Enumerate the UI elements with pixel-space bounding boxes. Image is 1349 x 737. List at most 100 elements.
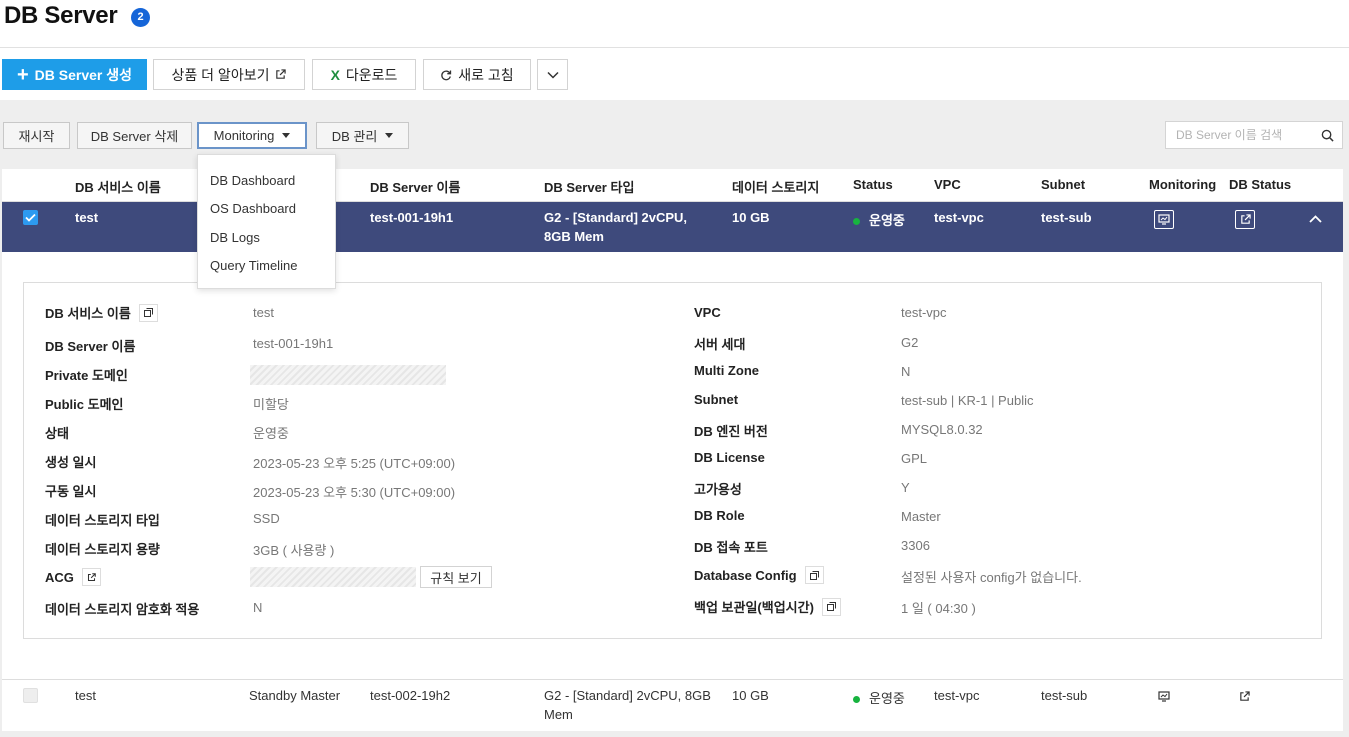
learn-more-button[interactable]: 상품 더 알아보기: [153, 59, 305, 90]
delete-db-server-button[interactable]: DB Server 삭제: [77, 122, 192, 149]
detail-value: 3306: [901, 538, 930, 553]
menu-item-db-dashboard[interactable]: DB Dashboard: [210, 173, 295, 188]
excel-icon: X: [330, 66, 340, 83]
detail-value: test-001-19h1: [253, 336, 334, 351]
row-checkbox[interactable]: [23, 688, 38, 703]
page-header: DB Server 2: [0, 0, 1349, 48]
menu-item-os-dashboard[interactable]: OS Dashboard: [210, 201, 296, 216]
plus-icon: +: [16, 63, 29, 86]
detail-value: 1 일 ( 04:30 ): [901, 601, 976, 616]
detail-value: SSD: [253, 511, 280, 526]
column-header: VPC: [934, 177, 961, 192]
service-name-cell: test: [75, 688, 96, 703]
caret-down-icon: [385, 133, 394, 138]
detail-label: VPC: [694, 305, 721, 320]
chevron-up-icon[interactable]: [1309, 215, 1322, 223]
column-header: Subnet: [1041, 177, 1086, 192]
server-type-cell: G2 - [Standard] 2vCPU, 8GB Mem: [544, 688, 711, 722]
view-rules-button[interactable]: 규칙 보기: [420, 566, 492, 588]
detail-value: test-vpc: [901, 305, 947, 320]
service-name-cell: test: [75, 210, 99, 225]
detail-value: 설정된 사용자 config가 없습니다.: [901, 570, 1082, 585]
column-header: Monitoring: [1149, 177, 1217, 192]
copy-icon[interactable]: [804, 566, 824, 584]
db-status-link-icon[interactable]: [1239, 691, 1250, 702]
table-row[interactable]: test Standby Master test-002-19h2 G2 - […: [2, 679, 1343, 731]
column-header: DB Server 타입: [544, 180, 635, 195]
monitoring-dropdown-menu: DB Dashboard OS Dashboard DB Logs Query …: [197, 154, 336, 289]
detail-label: ACG: [45, 568, 101, 586]
detail-label: DB Server 이름: [45, 339, 136, 354]
refresh-icon: [441, 69, 452, 80]
storage-cell: 10 GB: [732, 210, 770, 225]
detail-value: Y: [901, 480, 910, 495]
search-box: [1165, 121, 1343, 149]
menu-item-db-logs[interactable]: DB Logs: [210, 230, 260, 245]
download-button[interactable]: X 다운로드: [312, 59, 416, 90]
detail-value: 운영중: [253, 426, 289, 441]
detail-value: MYSQL8.0.32: [901, 422, 983, 437]
server-type-cell: G2 - [Standard] 2vCPU, 8GB Mem: [544, 210, 688, 244]
detail-label: Subnet: [694, 392, 739, 407]
chevron-down-icon: [546, 71, 559, 79]
detail-value: N: [901, 364, 911, 379]
vpc-cell: test-vpc: [934, 688, 980, 703]
copy-icon[interactable]: [138, 303, 158, 322]
column-header: DB Status: [1229, 177, 1292, 192]
caret-down-icon: [282, 133, 291, 138]
detail-label: DB License: [694, 450, 765, 465]
monitoring-icon[interactable]: [1158, 691, 1170, 702]
detail-value: Master: [901, 509, 941, 524]
restart-button[interactable]: 재시작: [3, 122, 70, 149]
detail-label: 서버 세대: [694, 337, 746, 352]
detail-label: 상태: [45, 426, 69, 441]
detail-label: 백업 보관일(백업시간): [694, 597, 841, 616]
detail-value: GPL: [901, 451, 928, 466]
detail-label: 데이터 스토리지 용량: [45, 542, 160, 557]
detail-value: 2023-05-23 오후 5:30 (UTC+09:00): [253, 485, 456, 500]
detail-value: 3GB ( 사용량 ): [253, 543, 335, 558]
page-title: DB Server: [4, 2, 118, 29]
vpc-cell: test-vpc: [934, 210, 984, 225]
detail-value: N: [253, 600, 263, 615]
server-name-cell: test-002-19h2: [370, 688, 451, 703]
role-cell: Standby Master: [249, 688, 341, 703]
detail-label: 고가용성: [694, 482, 742, 497]
external-link-icon[interactable]: [81, 568, 101, 586]
status-cell: 운영중: [853, 688, 905, 707]
masked-value: [250, 567, 416, 587]
copy-icon[interactable]: [821, 597, 841, 616]
status-dot-icon: [853, 696, 860, 704]
detail-label: 구동 일시: [45, 484, 97, 499]
detail-label: 데이터 스토리지 타입: [45, 513, 160, 528]
toolbar: + DB Server 생성 상품 더 알아보기 X 다운로드 새로 고침: [0, 49, 1349, 100]
count-badge: 2: [131, 8, 150, 27]
detail-label: DB 접속 포트: [694, 540, 768, 555]
search-input[interactable]: [1176, 128, 1316, 142]
detail-label: Public 도메인: [45, 397, 124, 412]
detail-value: test-sub | KR-1 | Public: [901, 393, 1034, 408]
db-status-link-icon[interactable]: [1235, 210, 1255, 229]
column-header: DB 서비스 이름: [75, 180, 161, 195]
storage-cell: 10 GB: [732, 688, 769, 703]
detail-label: 데이터 스토리지 암호화 적용: [45, 602, 200, 617]
db-manage-button[interactable]: DB 관리: [316, 122, 409, 149]
detail-label: Private 도메인: [45, 368, 128, 383]
external-link-icon: [276, 69, 287, 79]
row-checkbox[interactable]: [23, 210, 38, 225]
create-db-server-button[interactable]: + DB Server 생성: [2, 59, 147, 90]
more-button[interactable]: [537, 59, 568, 90]
checkmark-icon: [25, 213, 36, 222]
monitoring-icon[interactable]: [1154, 210, 1174, 229]
search-icon[interactable]: [1321, 129, 1334, 142]
detail-label: DB Role: [694, 508, 745, 523]
detail-label: Multi Zone: [694, 363, 759, 378]
refresh-button[interactable]: 새로 고침: [423, 59, 531, 90]
column-header: 데이터 스토리지: [732, 180, 820, 195]
menu-item-query-timeline[interactable]: Query Timeline: [210, 258, 297, 273]
server-name-cell: test-001-19h1: [370, 210, 454, 225]
monitoring-button[interactable]: Monitoring: [197, 122, 307, 149]
detail-label: Database Config: [694, 566, 824, 584]
detail-value: 2023-05-23 오후 5:25 (UTC+09:00): [253, 456, 456, 471]
detail-label: 생성 일시: [45, 455, 97, 470]
